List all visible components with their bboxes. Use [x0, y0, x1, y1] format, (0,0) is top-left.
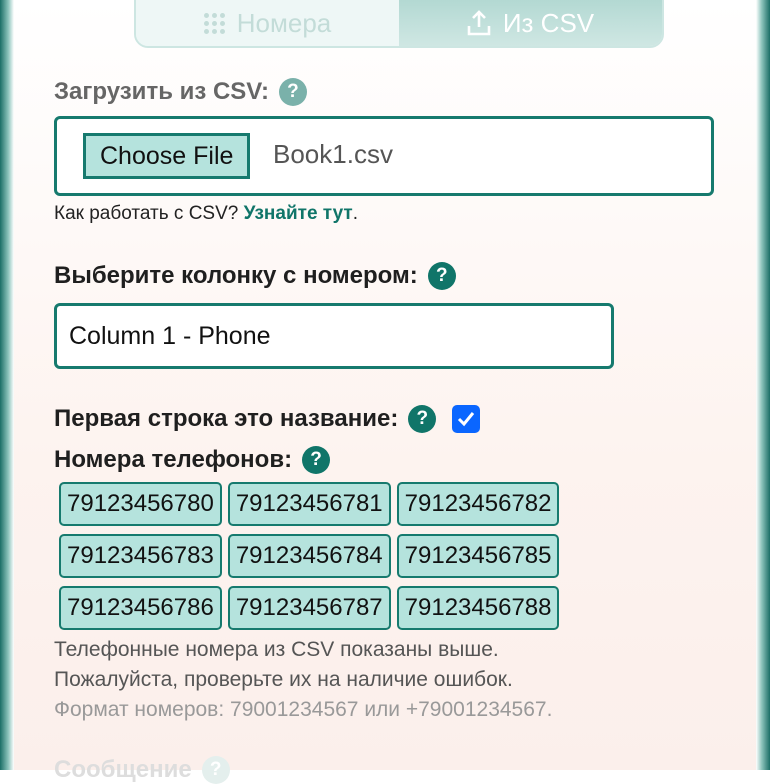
left-edge-strip [0, 0, 14, 770]
format-hint: Формат номеров: 79001234567 или +7900123… [54, 698, 553, 721]
phone-chip[interactable]: 79123456780 [59, 482, 222, 526]
header-row-label-text: Первая строка это название: [54, 405, 399, 432]
message-label: Сообщение ? [54, 756, 230, 784]
help-icon[interactable]: ? [201, 756, 230, 784]
help-icon[interactable]: ? [302, 446, 331, 474]
phone-chip[interactable]: 79123456786 [59, 586, 222, 630]
column-label: Выберите колонку с номером: ? [54, 262, 456, 290]
phone-chip[interactable]: 79123456781 [227, 482, 391, 526]
column-select-value: Column 1 - Phone [69, 322, 271, 350]
message-label-text: Сообщение [54, 756, 192, 783]
mode-tabs: Номера Из CSV [134, 0, 664, 48]
header-row-label: Первая строка это название: ? [54, 405, 481, 433]
howto-link[interactable]: Узнайте тут [244, 203, 353, 224]
tab-phones-label: Номера [236, 7, 332, 38]
phone-list: 79123456780 79123456781 79123456782 7912… [59, 482, 560, 630]
file-name: Book1.csv [273, 139, 393, 169]
help-icon[interactable]: ? [427, 262, 456, 290]
tab-csv-label: Из CSV [502, 7, 595, 38]
note-line-2: Пожалуйста, проверьте их на наличие ошиб… [54, 668, 513, 691]
upload-label: Загрузить из CSV: ? [54, 78, 307, 106]
phone-chip[interactable]: 79123456788 [396, 586, 560, 630]
file-input[interactable]: Choose File Book1.csv [54, 116, 714, 196]
upload-icon [467, 10, 491, 36]
phone-chip[interactable]: 79123456785 [396, 534, 560, 578]
csv-form-panel: Номера Из CSV Загрузить из CSV: ? Choose… [14, 0, 756, 784]
checkmark-icon [458, 412, 475, 427]
right-edge-strip [756, 0, 770, 770]
phone-chip[interactable]: 79123456783 [59, 534, 222, 578]
tab-phones[interactable]: Номера [136, 0, 399, 46]
phone-chip[interactable]: 79123456784 [227, 534, 391, 578]
howto-text: Как работать с CSV? [54, 203, 244, 224]
column-label-text: Выберите колонку с номером: [54, 262, 418, 289]
upload-label-text: Загрузить из CSV: [54, 78, 269, 105]
phones-label-text: Номера телефонов: [54, 446, 293, 473]
csv-note: Телефонные номера из CSV показаны выше. … [54, 635, 552, 725]
phone-chip[interactable]: 79123456787 [227, 586, 391, 630]
phones-label: Номера телефонов: ? [54, 446, 331, 474]
tab-csv[interactable]: Из CSV [399, 0, 662, 46]
howto-suffix: . [352, 203, 358, 224]
help-icon[interactable]: ? [278, 78, 307, 106]
choose-file-button[interactable]: Choose File [83, 133, 251, 179]
note-line-1: Телефонные номера из CSV показаны выше. [54, 638, 499, 661]
phone-chip[interactable]: 79123456782 [396, 482, 560, 526]
csv-howto-text: Как работать с CSV? Узнайте тут. [54, 203, 358, 225]
column-select[interactable]: Column 1 - Phone [54, 303, 614, 369]
header-row-checkbox[interactable] [452, 405, 481, 433]
help-icon[interactable]: ? [408, 405, 437, 433]
dialpad-icon [203, 12, 225, 34]
